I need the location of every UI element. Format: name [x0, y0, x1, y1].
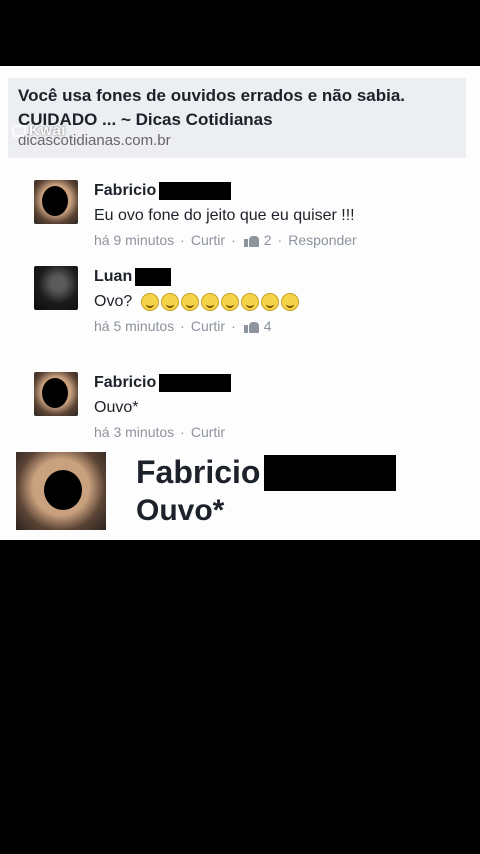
- zoomed-text: Ouvo*: [136, 494, 225, 527]
- comment-author[interactable]: Fabricio: [94, 374, 156, 392]
- comment-time[interactable]: há 9 minutos: [94, 232, 174, 248]
- separator-dot: ·: [180, 232, 185, 248]
- comment-screenshot: Você usa fones de ouvidos errados e não …: [0, 66, 480, 540]
- like-count[interactable]: 4: [264, 318, 272, 334]
- user-avatar-icon[interactable]: [34, 372, 78, 416]
- kwai-logo-icon: [12, 125, 26, 138]
- separator-dot: ·: [180, 318, 185, 334]
- zoomed-author: Fabricio: [136, 454, 261, 490]
- name-redaction: [264, 454, 397, 491]
- name-redaction: [135, 268, 172, 286]
- user-avatar-icon: [16, 452, 106, 530]
- separator-dot: ·: [231, 318, 236, 334]
- thumbs-up-icon: [243, 320, 259, 333]
- laughing-emoji-icon: [220, 292, 239, 311]
- separator-dot: ·: [277, 232, 283, 248]
- user-avatar-icon[interactable]: [34, 266, 78, 310]
- thumbs-up-icon: [243, 234, 259, 247]
- comment-author[interactable]: Fabricio: [94, 182, 156, 200]
- face-redaction: [42, 186, 68, 216]
- comment-time[interactable]: há 3 minutos: [94, 424, 174, 440]
- separator-dot: ·: [231, 232, 236, 248]
- face-redaction: [42, 378, 68, 408]
- laughing-emoji-icon: [200, 292, 219, 311]
- link-domain: dicascotidianas.com.br: [18, 132, 171, 149]
- comment-time[interactable]: há 5 minutos: [94, 318, 174, 334]
- laughing-emoji-icon: [260, 292, 279, 311]
- face-redaction: [44, 470, 82, 510]
- emoji-group: [140, 292, 301, 311]
- laughing-emoji-icon: [240, 292, 259, 311]
- name-redaction: [159, 182, 232, 200]
- like-button[interactable]: Curtir: [191, 424, 225, 440]
- comment-text: Ouvo*: [94, 399, 139, 416]
- reply-button[interactable]: Responder: [288, 232, 357, 248]
- like-count[interactable]: 2: [264, 232, 272, 248]
- comment-meta: há 9 minutos · Curtir · 2 · Responder: [94, 232, 357, 248]
- comment-text: Ovo?: [94, 291, 301, 313]
- link-preview[interactable]: Você usa fones de ouvidos errados e não …: [8, 78, 466, 158]
- zoomed-comment: Fabricio Ouvo*: [16, 452, 466, 532]
- like-button[interactable]: Curtir: [191, 318, 225, 334]
- watermark-label: Kwai: [29, 122, 67, 139]
- comment-meta: há 3 minutos · Curtir: [94, 424, 231, 440]
- link-title[interactable]: Você usa fones de ouvidos errados e não …: [18, 84, 456, 132]
- comment-text-content: Ovo?: [94, 293, 133, 310]
- separator-dot: ·: [180, 424, 185, 440]
- comment-meta: há 5 minutos · Curtir · 4: [94, 318, 301, 334]
- laughing-emoji-icon: [140, 292, 159, 311]
- laughing-emoji-icon: [160, 292, 179, 311]
- comment-text: Eu ovo fone do jeito que eu quiser !!!: [94, 207, 355, 224]
- user-avatar-icon[interactable]: [34, 180, 78, 224]
- laughing-emoji-icon: [180, 292, 199, 311]
- name-redaction: [159, 374, 232, 392]
- laughing-emoji-icon: [280, 292, 299, 311]
- like-button[interactable]: Curtir: [191, 232, 225, 248]
- comment-author[interactable]: Luan: [94, 268, 132, 286]
- kwai-watermark: Kwai: [12, 122, 66, 139]
